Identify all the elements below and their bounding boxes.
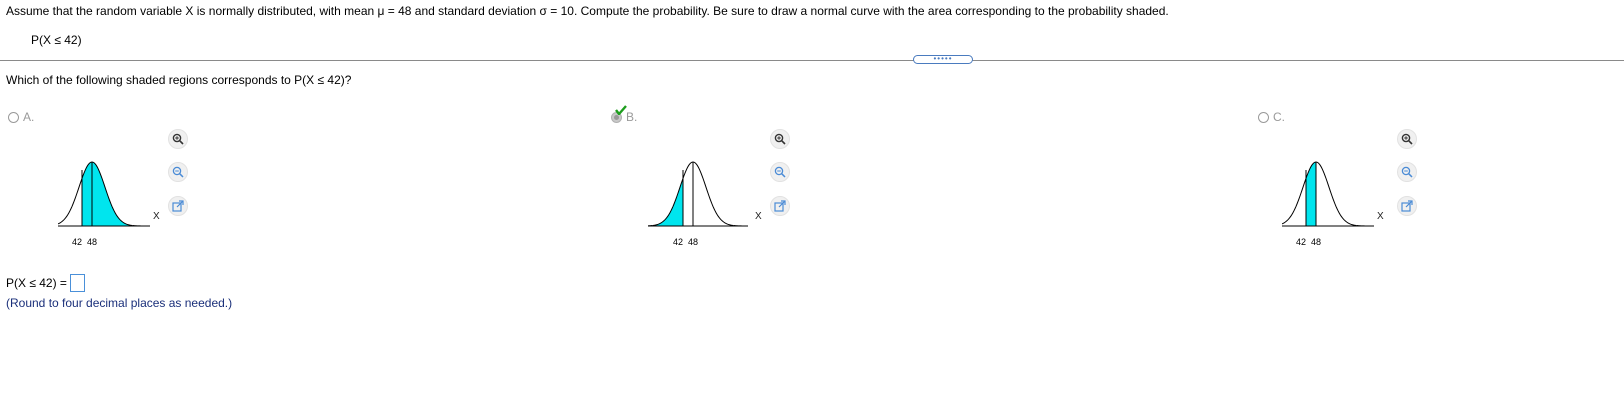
- choice-c-radio[interactable]: [1258, 111, 1269, 123]
- choice-c-label: C.: [1273, 110, 1285, 124]
- choice-a-pop-out-button[interactable]: [168, 196, 188, 216]
- choice-c-shade-center: [1306, 162, 1316, 226]
- zoom-in-icon: [1401, 133, 1413, 145]
- zoom-in-icon: [172, 133, 184, 145]
- pop-out-icon: [172, 200, 184, 212]
- zoom-out-icon: [1401, 166, 1413, 178]
- choice-a[interactable]: A.: [8, 110, 34, 124]
- question-text: Which of the following shaded regions co…: [6, 73, 352, 87]
- expand-handle[interactable]: •••••: [913, 55, 973, 64]
- divider: [0, 60, 1624, 61]
- choice-b[interactable]: B.: [611, 105, 638, 124]
- choice-a-shade-center: [82, 162, 92, 226]
- choice-c-pop-out-button[interactable]: [1397, 196, 1417, 216]
- choice-a-zoom-in-button[interactable]: [168, 129, 188, 149]
- checkmark-icon: [615, 105, 627, 115]
- choice-c-zoom-in-button[interactable]: [1397, 129, 1417, 149]
- choice-c-curve: [1282, 161, 1374, 227]
- choice-a-curve: [58, 161, 150, 227]
- problem-expression: P(X ≤ 42): [31, 33, 82, 47]
- answer-input[interactable]: [69, 274, 85, 292]
- choice-b-curve-line: [648, 161, 748, 227]
- choice-b-curve: [648, 161, 748, 227]
- choice-a-shaded-region: [92, 162, 150, 226]
- choice-b-pop-out-button[interactable]: [770, 196, 790, 216]
- answer-row: P(X ≤ 42) =: [6, 274, 85, 292]
- choice-b-tick-48: 48: [688, 237, 699, 247]
- choice-a-axis-label: X: [153, 211, 160, 222]
- choice-c-curve-line: [1282, 161, 1374, 227]
- zoom-out-icon: [172, 166, 184, 178]
- choice-c-tick-48: 48: [1311, 237, 1322, 247]
- choice-c[interactable]: C.: [1258, 110, 1285, 124]
- choice-a-tick-48: 48: [87, 237, 98, 247]
- pop-out-icon: [1401, 200, 1413, 212]
- choice-b-zoom-out-button[interactable]: [770, 162, 790, 182]
- choice-c-zoom-out-button[interactable]: [1397, 162, 1417, 182]
- choice-b-axis-label: X: [755, 211, 762, 222]
- choice-c-tick-42: 42: [1296, 237, 1307, 247]
- pop-out-icon: [774, 200, 786, 212]
- answer-prompt: P(X ≤ 42) =: [6, 276, 67, 290]
- choice-a-radio[interactable]: [8, 111, 19, 123]
- choice-b-tick-42: 42: [673, 237, 684, 247]
- choice-a-zoom-out-button[interactable]: [168, 162, 188, 182]
- choice-b-label: B.: [626, 110, 638, 124]
- choice-a-tick-42: 42: [72, 237, 83, 247]
- choice-b-zoom-in-button[interactable]: [770, 129, 790, 149]
- choice-a-tick-labels: 42 48: [72, 237, 97, 247]
- choice-b-tick-labels: 42 48: [673, 237, 698, 247]
- zoom-out-icon: [774, 166, 786, 178]
- problem-statement: Assume that the random variable X is nor…: [6, 4, 1169, 18]
- zoom-in-icon: [774, 133, 786, 145]
- choice-c-tick-labels: 42 48: [1296, 237, 1321, 247]
- choice-c-axis-label: X: [1377, 211, 1384, 222]
- rounding-note: (Round to four decimal places as needed.…: [6, 296, 233, 310]
- choice-a-label: A.: [23, 110, 35, 124]
